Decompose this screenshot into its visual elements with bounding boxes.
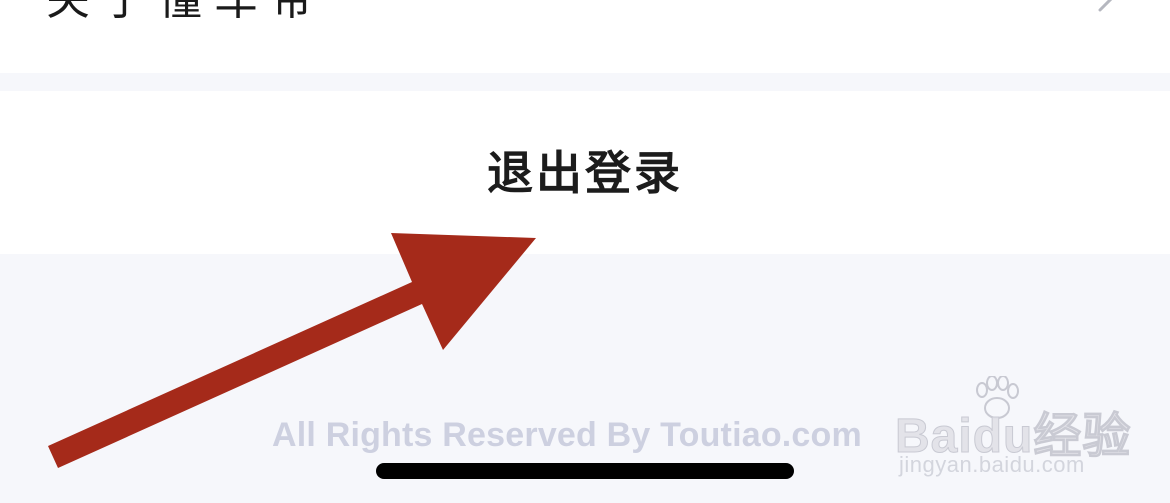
watermark-url: jingyan.baidu.com: [899, 452, 1085, 477]
logout-button[interactable]: 退出登录: [0, 91, 1170, 254]
chevron-right-icon: [1098, 0, 1113, 12]
about-settings-row[interactable]: 关于懂车帝: [0, 0, 1170, 73]
home-indicator[interactable]: [376, 463, 794, 479]
copyright-text: All Rights Reserved By Toutiao.com: [272, 416, 862, 454]
section-divider: [0, 73, 1170, 91]
baidu-watermark: Baidu经验 jingyan.baidu.com: [894, 376, 1165, 486]
about-row-label: 关于懂车帝: [46, 0, 326, 28]
logout-label: 退出登录: [487, 145, 683, 200]
